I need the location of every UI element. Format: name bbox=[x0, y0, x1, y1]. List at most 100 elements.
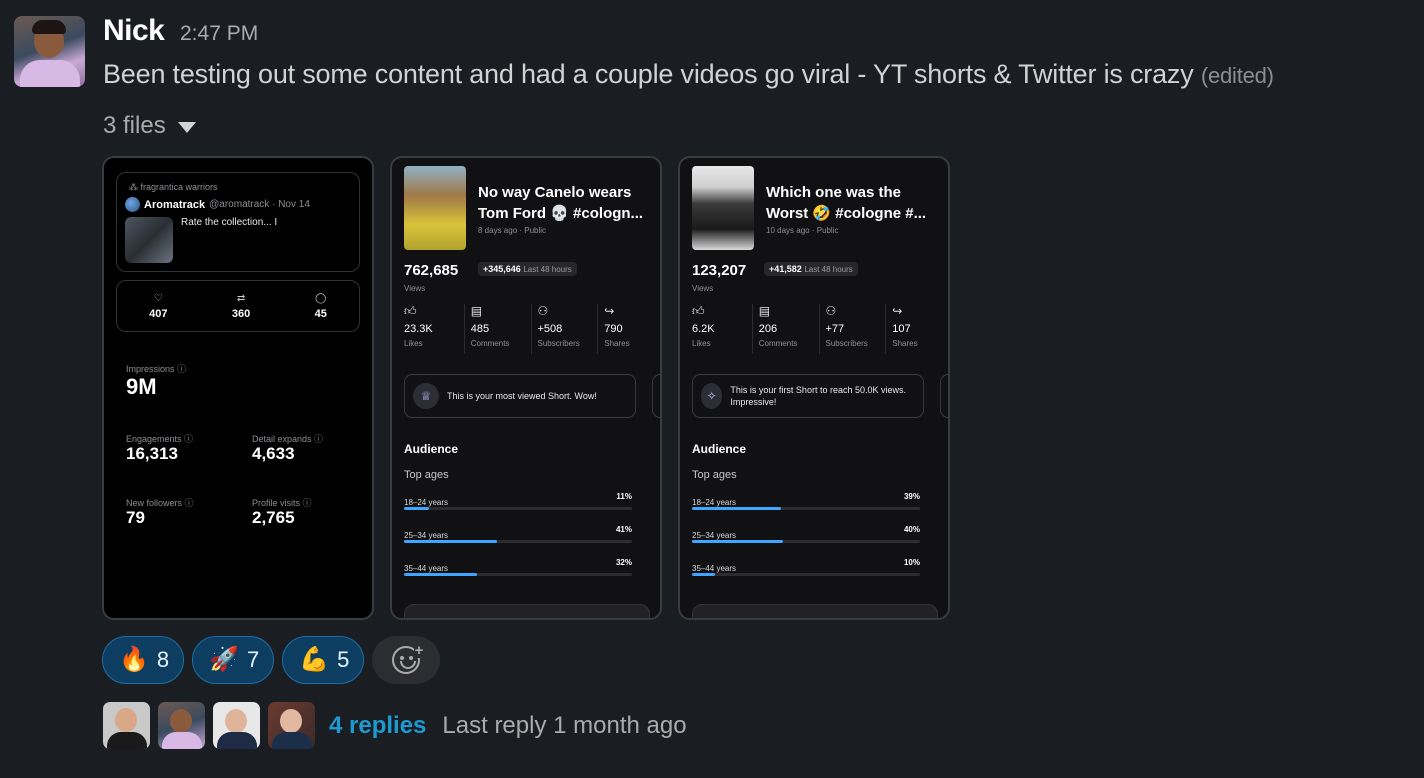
likes-metric: 👍︎ 6.2K Likes bbox=[686, 304, 753, 354]
short-thumbnail bbox=[404, 166, 466, 250]
short-views: 123,207 bbox=[692, 262, 747, 279]
likes-count: 407 bbox=[149, 307, 168, 320]
age-row: 35–44 years 32% bbox=[404, 558, 632, 576]
tweet-replies: ◯ 45 bbox=[315, 293, 327, 320]
top-ages-label: Top ages bbox=[692, 469, 737, 481]
tweet-handle: @aromatrack · Nov 14 bbox=[209, 199, 310, 210]
tweet-thumbnail bbox=[125, 217, 173, 263]
short-thumbnail bbox=[692, 166, 754, 250]
file-preview-yt-short-2[interactable]: Which one was the Worst 🤣 #cologne #... … bbox=[678, 156, 950, 620]
likes-metric: 👍︎ 23.3K Likes bbox=[398, 304, 465, 354]
new-followers-value: 79 bbox=[126, 508, 145, 527]
muscle-icon: 💪 bbox=[299, 646, 330, 673]
age-bar-fill bbox=[404, 540, 498, 543]
tweet-actions: ♡ 407 ⇄ 360 ◯ 45 bbox=[116, 280, 360, 332]
reply-avatar bbox=[158, 702, 205, 749]
tweet-text: Rate the collection... I bbox=[181, 217, 278, 228]
person-add-icon: ⚇ bbox=[825, 304, 837, 318]
comment-icon: ▤ bbox=[758, 304, 771, 318]
retweets-count: 360 bbox=[231, 307, 251, 320]
short-views: 762,685 bbox=[404, 262, 459, 279]
age-bar-track bbox=[404, 540, 632, 543]
short-title-line1: Which one was the bbox=[766, 184, 902, 201]
fire-icon: 🔥 bbox=[119, 646, 149, 673]
subscribers-metric: ⚇ +508 Subscribers bbox=[532, 304, 599, 354]
impressions-value: 9M bbox=[126, 374, 157, 399]
retweet-icon: ⇄ bbox=[236, 292, 246, 304]
views-label: Views bbox=[404, 284, 426, 293]
reaction-count: 7 bbox=[247, 647, 260, 672]
age-bar-fill bbox=[404, 573, 477, 576]
rocket-icon: 🚀 bbox=[209, 646, 240, 673]
age-bar-fill bbox=[692, 507, 781, 510]
author-name[interactable]: Nick bbox=[103, 14, 165, 48]
tweet-retweets: ⇄ 360 bbox=[232, 293, 250, 320]
avatar-face bbox=[115, 708, 137, 732]
age-bar-fill bbox=[692, 573, 715, 576]
edited-label: (edited) bbox=[1200, 63, 1274, 88]
replies-link[interactable]: 4 replies bbox=[329, 712, 426, 740]
reactions-bar: 🔥 8 🚀 7 💪 5 + bbox=[102, 636, 441, 684]
age-bar-track bbox=[692, 540, 920, 543]
banner-peek bbox=[652, 374, 660, 418]
thumbs-up-icon: 👍︎ bbox=[692, 304, 705, 318]
reaction-count: 8 bbox=[156, 647, 170, 672]
views-delta-badge: +41,582 Last 48 hours bbox=[764, 262, 858, 276]
views-delta-badge: +345,646 Last 48 hours bbox=[478, 262, 577, 276]
avatar-hair bbox=[32, 20, 66, 34]
caret-down-icon bbox=[177, 121, 196, 133]
trophy-icon: ♕ bbox=[413, 383, 439, 409]
age-bar-track bbox=[404, 507, 632, 510]
tweet-preview: ⁂ fragrantica warriors Aromatrack @aroma… bbox=[116, 172, 360, 272]
shares-metric: ↪ 107 Shares bbox=[886, 304, 948, 354]
replies-count: 45 bbox=[314, 307, 327, 320]
milestone-banner: ✧ This is your first Short to reach 50.0… bbox=[692, 374, 924, 418]
reply-avatar bbox=[103, 702, 150, 749]
short-metrics: 👍︎ 6.2K Likes ▤ 206 Comments ⚇ +77 Subscribers… bbox=[686, 304, 948, 354]
top-ages-label: Top ages bbox=[404, 469, 449, 481]
add-reaction-button[interactable]: + bbox=[372, 636, 441, 684]
celebration-icon: ✧ bbox=[701, 383, 723, 409]
age-bar-fill bbox=[692, 540, 784, 543]
age-row: 25–34 years 40% bbox=[692, 525, 920, 543]
file-preview-twitter[interactable]: ⁂ fragrantica warriors Aromatrack @aroma… bbox=[102, 156, 374, 620]
plus-icon: + bbox=[413, 642, 425, 659]
age-row: 18–24 years 39% bbox=[692, 492, 920, 510]
views-label: Views bbox=[692, 284, 714, 293]
share-icon: ↪ bbox=[604, 304, 615, 318]
files-label: 3 files bbox=[103, 112, 166, 139]
tweet-likes: ♡ 407 bbox=[149, 293, 167, 320]
avatar-body bbox=[162, 732, 202, 749]
age-row: 25–34 years 41% bbox=[404, 525, 632, 543]
reply-avatar bbox=[268, 702, 315, 749]
last-reply-text: Last reply 1 month ago bbox=[442, 711, 687, 739]
age-row: 35–44 years 10% bbox=[692, 558, 920, 576]
banner-text: This is your first Short to reach 50.0K … bbox=[730, 385, 906, 407]
avatar-face bbox=[170, 709, 192, 733]
reaction-count: 5 bbox=[337, 647, 350, 672]
file-preview-yt-short-1[interactable]: No way Canelo wears Tom Ford 💀 #cologn..… bbox=[390, 156, 662, 620]
short-metrics: 👍︎ 23.3K Likes ▤ 485 Comments ⚇ +508 Subscribe… bbox=[398, 304, 660, 354]
message-timestamp[interactable]: 2:47 PM bbox=[180, 22, 258, 46]
bottom-pill bbox=[692, 604, 938, 618]
avatar-body bbox=[272, 732, 312, 749]
message-text: Been testing out some content and had a … bbox=[103, 59, 1274, 90]
reply-icon: ◯ bbox=[315, 292, 327, 304]
reaction-rocket[interactable]: 🚀 7 bbox=[192, 636, 275, 684]
reply-avatar bbox=[213, 702, 260, 749]
audience-title: Audience bbox=[692, 442, 747, 456]
thread-summary[interactable]: 4 replies Last reply 1 month ago bbox=[103, 702, 687, 749]
tweet-name: Aromatrack bbox=[144, 198, 206, 211]
files-toggle[interactable]: 3 files bbox=[103, 112, 196, 140]
reaction-muscle[interactable]: 💪 5 bbox=[282, 636, 365, 684]
avatar-face bbox=[280, 709, 302, 733]
shares-metric: ↪ 790 Shares bbox=[598, 304, 660, 354]
age-bar-track bbox=[692, 573, 920, 576]
reaction-fire[interactable]: 🔥 8 bbox=[102, 636, 185, 684]
comments-metric: ▤ 206 Comments bbox=[753, 304, 820, 354]
author-avatar[interactable] bbox=[14, 16, 85, 87]
banner-text: This is your most viewed Short. Wow! bbox=[447, 391, 597, 401]
short-title-line2: Worst 🤣 #cologne #... bbox=[766, 205, 927, 222]
bottom-pill bbox=[404, 604, 650, 618]
short-meta: 8 days ago · Public bbox=[478, 226, 547, 235]
